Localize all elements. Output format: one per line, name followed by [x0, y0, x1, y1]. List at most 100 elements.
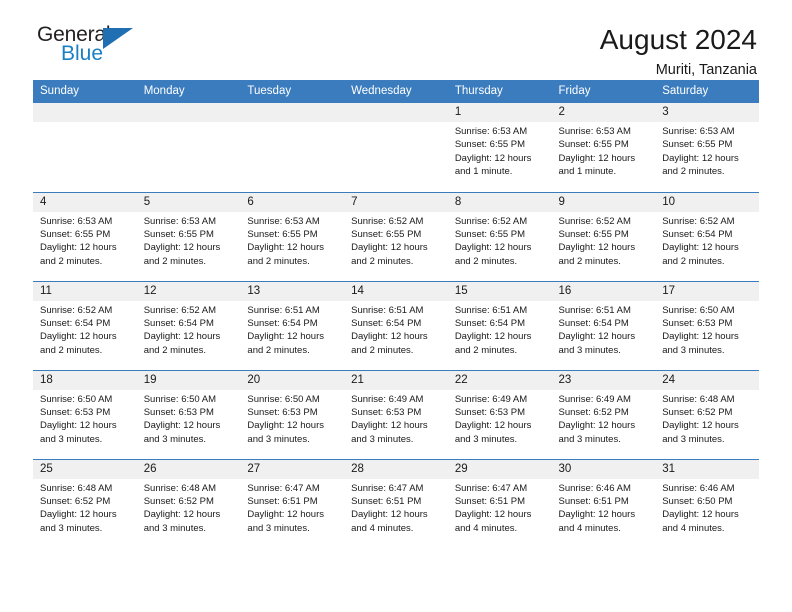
daylight-text: Daylight: 12 hours and 2 minutes.	[247, 331, 324, 356]
day-cell[interactable]: 1 Sunrise: 6:53 AM Sunset: 6:55 PM Dayli…	[447, 103, 552, 192]
sunrise-text: Sunrise: 6:50 AM	[143, 393, 217, 405]
day-details: Sunrise: 6:46 AM Sunset: 6:51 PM Dayligh…	[552, 479, 656, 536]
day-details: Sunrise: 6:46 AM Sunset: 6:50 PM Dayligh…	[655, 479, 759, 536]
sunrise-text: Sunrise: 6:49 AM	[558, 393, 631, 405]
day-cell[interactable]	[33, 103, 137, 192]
sunset-text: Sunset: 6:55 PM	[143, 228, 214, 240]
sunrise-text: Sunrise: 6:52 AM	[662, 215, 735, 227]
day-cell[interactable]: 30 Sunrise: 6:46 AM Sunset: 6:51 PM Dayl…	[551, 458, 656, 548]
day-details: Sunrise: 6:52 AM Sunset: 6:54 PM Dayligh…	[33, 301, 137, 358]
sunset-text: Sunset: 6:55 PM	[558, 139, 629, 151]
day-number: 23	[551, 370, 656, 390]
sunrise-text: Sunrise: 6:47 AM	[247, 482, 320, 494]
weekday-header-row: Sunday Monday Tuesday Wednesday Thursday…	[33, 80, 759, 103]
daylight-text: Daylight: 12 hours and 2 minutes.	[558, 242, 636, 267]
day-cell[interactable]	[344, 103, 448, 192]
day-details: Sunrise: 6:47 AM Sunset: 6:51 PM Dayligh…	[448, 479, 552, 536]
day-number: 2	[551, 103, 656, 122]
sunrise-text: Sunrise: 6:51 AM	[558, 304, 631, 316]
daylight-text: Daylight: 12 hours and 3 minutes.	[351, 420, 428, 445]
day-cell[interactable]: 26 Sunrise: 6:48 AM Sunset: 6:52 PM Dayl…	[136, 458, 241, 548]
sunset-text: Sunset: 6:55 PM	[454, 228, 526, 240]
calendar-head: Sunday Monday Tuesday Wednesday Thursday…	[33, 80, 759, 103]
day-details: Sunrise: 6:48 AM Sunset: 6:52 PM Dayligh…	[655, 390, 759, 447]
brand-logo[interactable]: General Blue	[33, 24, 153, 72]
weekday-header-tuesday: Tuesday	[240, 80, 345, 103]
day-cell[interactable]: 17 Sunrise: 6:50 AM Sunset: 6:53 PM Dayl…	[655, 280, 759, 370]
daylight-text: Daylight: 12 hours and 3 minutes.	[558, 331, 636, 356]
page-subtitle: Muriti, Tanzania	[655, 62, 757, 78]
day-details: Sunrise: 6:51 AM Sunset: 6:54 PM Dayligh…	[448, 301, 552, 358]
daylight-text: Daylight: 12 hours and 3 minutes.	[143, 420, 221, 445]
day-cell[interactable]: 16 Sunrise: 6:51 AM Sunset: 6:54 PM Dayl…	[551, 280, 656, 370]
day-number	[33, 103, 137, 122]
daylight-text: Daylight: 12 hours and 3 minutes.	[247, 509, 324, 534]
day-number: 8	[447, 192, 552, 212]
day-details: Sunrise: 6:52 AM Sunset: 6:54 PM Dayligh…	[655, 212, 759, 269]
day-cell[interactable]: 15 Sunrise: 6:51 AM Sunset: 6:54 PM Dayl…	[447, 280, 552, 370]
day-details: Sunrise: 6:53 AM Sunset: 6:55 PM Dayligh…	[655, 122, 759, 179]
sunset-text: Sunset: 6:54 PM	[454, 317, 526, 329]
calendar-table: Sunday Monday Tuesday Wednesday Thursday…	[33, 80, 759, 548]
day-number: 3	[655, 103, 759, 122]
sunset-text: Sunset: 6:53 PM	[351, 406, 422, 418]
day-cell[interactable]: 5 Sunrise: 6:53 AM Sunset: 6:55 PM Dayli…	[136, 191, 241, 281]
day-cell[interactable]	[240, 103, 345, 192]
day-cell[interactable]: 25 Sunrise: 6:48 AM Sunset: 6:52 PM Dayl…	[33, 458, 137, 548]
sunrise-text: Sunrise: 6:53 AM	[40, 215, 113, 227]
day-cell[interactable]: 23 Sunrise: 6:49 AM Sunset: 6:52 PM Dayl…	[551, 369, 656, 459]
sunrise-text: Sunrise: 6:50 AM	[662, 304, 735, 316]
day-cell[interactable]: 4 Sunrise: 6:53 AM Sunset: 6:55 PM Dayli…	[33, 191, 137, 281]
day-cell[interactable]: 24 Sunrise: 6:48 AM Sunset: 6:52 PM Dayl…	[655, 369, 759, 459]
day-cell[interactable]: 7 Sunrise: 6:52 AM Sunset: 6:55 PM Dayli…	[344, 191, 448, 281]
day-cell[interactable]: 9 Sunrise: 6:52 AM Sunset: 6:55 PM Dayli…	[551, 191, 656, 281]
day-cell[interactable]: 2 Sunrise: 6:53 AM Sunset: 6:55 PM Dayli…	[551, 103, 656, 192]
day-number	[344, 103, 448, 122]
day-number: 22	[447, 370, 552, 390]
sunrise-text: Sunrise: 6:48 AM	[40, 482, 113, 494]
sunrise-text: Sunrise: 6:53 AM	[143, 215, 217, 227]
day-number	[240, 103, 345, 122]
sunset-text: Sunset: 6:53 PM	[40, 406, 111, 418]
day-cell[interactable]: 3 Sunrise: 6:53 AM Sunset: 6:55 PM Dayli…	[655, 103, 759, 192]
daylight-text: Daylight: 12 hours and 2 minutes.	[454, 242, 532, 267]
day-number: 20	[240, 370, 345, 390]
sunset-text: Sunset: 6:52 PM	[558, 406, 629, 418]
day-cell[interactable]: 14 Sunrise: 6:51 AM Sunset: 6:54 PM Dayl…	[344, 280, 448, 370]
daylight-text: Daylight: 12 hours and 3 minutes.	[247, 420, 324, 445]
sunrise-text: Sunrise: 6:50 AM	[247, 393, 320, 405]
day-cell[interactable]: 8 Sunrise: 6:52 AM Sunset: 6:55 PM Dayli…	[447, 191, 552, 281]
day-cell[interactable]: 27 Sunrise: 6:47 AM Sunset: 6:51 PM Dayl…	[240, 458, 345, 548]
day-details: Sunrise: 6:53 AM Sunset: 6:55 PM Dayligh…	[137, 212, 241, 269]
day-cell[interactable]: 31 Sunrise: 6:46 AM Sunset: 6:50 PM Dayl…	[655, 458, 759, 548]
sunrise-text: Sunrise: 6:52 AM	[351, 215, 424, 227]
day-cell[interactable]: 20 Sunrise: 6:50 AM Sunset: 6:53 PM Dayl…	[240, 369, 345, 459]
sunrise-text: Sunrise: 6:52 AM	[558, 215, 631, 227]
day-cell[interactable]: 19 Sunrise: 6:50 AM Sunset: 6:53 PM Dayl…	[136, 369, 241, 459]
day-cell[interactable]: 22 Sunrise: 6:49 AM Sunset: 6:53 PM Dayl…	[447, 369, 552, 459]
day-cell[interactable]: 11 Sunrise: 6:52 AM Sunset: 6:54 PM Dayl…	[33, 280, 137, 370]
day-details: Sunrise: 6:49 AM Sunset: 6:53 PM Dayligh…	[448, 390, 552, 447]
day-cell[interactable]: 6 Sunrise: 6:53 AM Sunset: 6:55 PM Dayli…	[240, 191, 345, 281]
daylight-text: Daylight: 12 hours and 3 minutes.	[662, 420, 739, 445]
day-cell[interactable]: 13 Sunrise: 6:51 AM Sunset: 6:54 PM Dayl…	[240, 280, 345, 370]
day-cell[interactable]: 29 Sunrise: 6:47 AM Sunset: 6:51 PM Dayl…	[447, 458, 552, 548]
day-details: Sunrise: 6:49 AM Sunset: 6:53 PM Dayligh…	[344, 390, 448, 447]
day-number: 18	[33, 370, 137, 390]
day-cell[interactable]: 21 Sunrise: 6:49 AM Sunset: 6:53 PM Dayl…	[344, 369, 448, 459]
day-cell[interactable]: 18 Sunrise: 6:50 AM Sunset: 6:53 PM Dayl…	[33, 369, 137, 459]
day-details: Sunrise: 6:52 AM Sunset: 6:55 PM Dayligh…	[552, 212, 656, 269]
day-cell[interactable]: 10 Sunrise: 6:52 AM Sunset: 6:54 PM Dayl…	[655, 191, 759, 281]
day-details: Sunrise: 6:50 AM Sunset: 6:53 PM Dayligh…	[33, 390, 137, 447]
day-cell[interactable]	[136, 103, 241, 192]
title-block: August 2024 Muriti, Tanzania	[600, 24, 759, 80]
day-number: 27	[240, 459, 345, 479]
day-cell[interactable]: 12 Sunrise: 6:52 AM Sunset: 6:54 PM Dayl…	[136, 280, 241, 370]
triangle-icon	[103, 28, 133, 49]
day-number: 28	[344, 459, 448, 479]
daylight-text: Daylight: 12 hours and 1 minute.	[558, 152, 636, 178]
day-cell[interactable]: 28 Sunrise: 6:47 AM Sunset: 6:51 PM Dayl…	[344, 458, 448, 548]
sunset-text: Sunset: 6:51 PM	[558, 495, 629, 507]
daylight-text: Daylight: 12 hours and 3 minutes.	[143, 509, 221, 534]
day-number: 17	[655, 281, 759, 301]
